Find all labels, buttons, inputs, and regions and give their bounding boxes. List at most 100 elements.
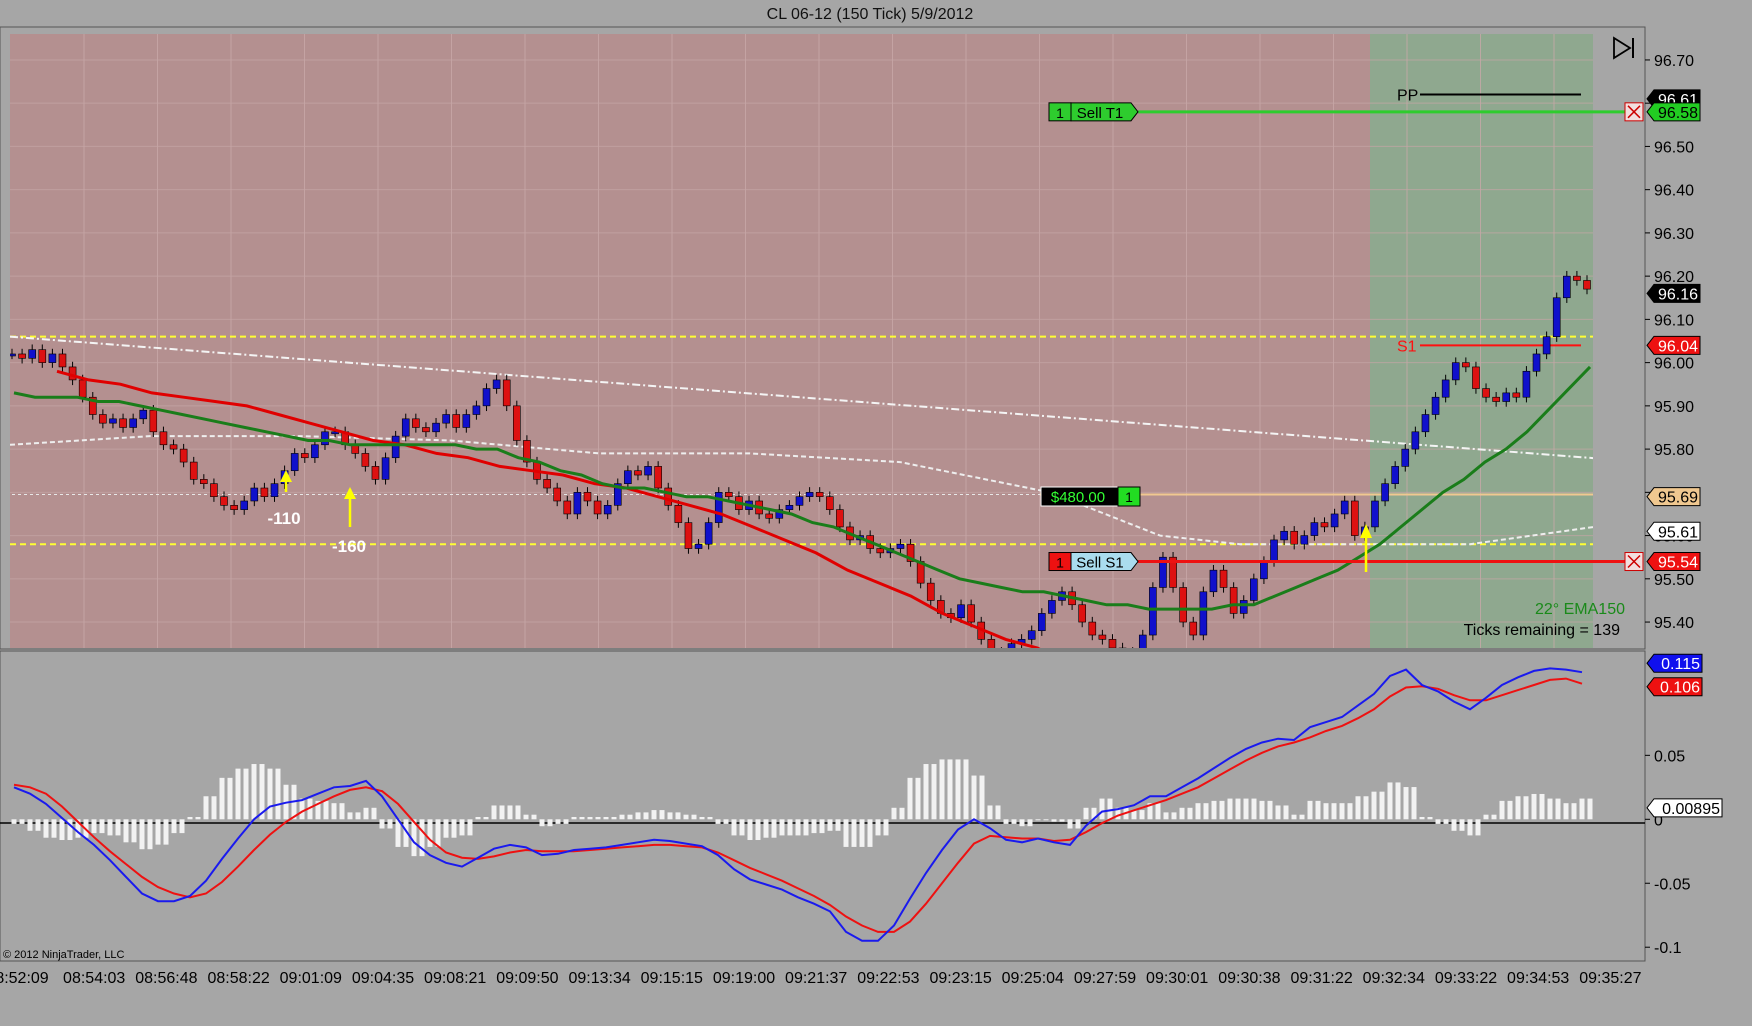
histogram-bar (643, 812, 649, 820)
histogram-bar (1139, 810, 1145, 820)
histogram-bar (1347, 803, 1353, 820)
price-badge-label: 95.61 (1658, 524, 1698, 541)
order-qty-sell-t1: 1 (1056, 105, 1064, 121)
histogram-bar (1563, 803, 1569, 820)
histogram-bar (1355, 796, 1361, 820)
histogram-bar (491, 805, 497, 820)
histogram-bar (115, 819, 121, 836)
order-tag-sell-t1[interactable]: 1 Sell T1 (1048, 102, 1139, 122)
histogram-bar (803, 819, 809, 836)
histogram-bar (475, 816, 481, 820)
histogram-bar (1515, 796, 1521, 820)
price-tick-label: 95.90 (1654, 399, 1694, 416)
histogram-bar (299, 798, 305, 820)
time-label: 08:58:22 (207, 970, 269, 987)
histogram-bar (843, 819, 849, 847)
histogram-bar (1099, 798, 1105, 820)
histogram-bar (1483, 814, 1489, 820)
time-label: 08:56:48 (135, 970, 197, 987)
price-badge-s1: 96.04 (1646, 335, 1701, 355)
histogram-bar (763, 819, 769, 838)
histogram-bar (755, 819, 761, 841)
histogram-bar (435, 819, 441, 847)
histogram-bar (131, 819, 137, 843)
histogram-bar (675, 812, 681, 820)
macd-tick-label: -0.1 (1654, 940, 1682, 957)
histogram-bar (939, 759, 945, 820)
window-title: CL 06-12 (150 Tick) 5/9/2012 (767, 6, 974, 23)
histogram-bar (1459, 819, 1465, 831)
histogram-bar (531, 814, 537, 820)
histogram-bar (179, 819, 185, 834)
candle (1179, 582, 1187, 628)
histogram-bar (1219, 800, 1225, 820)
price-tick-label: 96.10 (1654, 312, 1694, 329)
histogram-bar (1531, 793, 1537, 820)
histogram-bar (603, 816, 609, 820)
histogram-bar (571, 816, 577, 820)
histogram-bar (1163, 812, 1169, 820)
histogram-bar (91, 819, 97, 834)
price-tick-label: 96.30 (1654, 226, 1694, 243)
candle (684, 517, 693, 554)
time-label: 09:19:00 (713, 970, 775, 987)
histogram-bar (979, 775, 985, 820)
macd-badge-2: 0.00895 (1646, 798, 1723, 818)
histogram-bar (1259, 800, 1265, 820)
histogram-bar (1475, 819, 1481, 836)
histogram-bar (1235, 798, 1241, 820)
histogram-bar (11, 819, 17, 824)
price-tick-label: 96.00 (1654, 356, 1694, 373)
cancel-order-icon[interactable] (1624, 102, 1644, 122)
price-badge-sma: 95.61 (1646, 521, 1701, 541)
histogram-bar (515, 805, 521, 820)
order-tag-sell-s1[interactable]: 1 Sell S1 (1048, 552, 1139, 572)
histogram-bar (187, 816, 193, 820)
histogram-bar (483, 816, 489, 820)
histogram-bar (331, 803, 337, 820)
time-label: 09:33:22 (1435, 970, 1497, 987)
histogram-bar (947, 759, 953, 820)
histogram-bar (1419, 816, 1425, 820)
cancel-order-icon[interactable] (1624, 552, 1644, 572)
time-label: 09:13:34 (568, 970, 630, 987)
histogram-bar (347, 812, 353, 820)
histogram-bar (923, 764, 929, 820)
session-bg-red (10, 34, 1370, 648)
histogram-bar (851, 819, 857, 847)
time-label: 09:04:35 (352, 970, 414, 987)
position-qty: 1 (1125, 489, 1133, 505)
histogram-bar (203, 796, 209, 820)
histogram-bar (459, 819, 465, 836)
order-label-sell-s1: Sell S1 (1076, 555, 1124, 572)
candle (714, 487, 723, 528)
histogram-bar (875, 819, 881, 836)
price-tick-label: 96.40 (1654, 183, 1694, 200)
histogram-bar (219, 777, 225, 820)
copyright: © 2012 NinjaTrader, LLC (3, 949, 124, 961)
time-label: 09:01:09 (280, 970, 342, 987)
time-label: 09:30:01 (1146, 970, 1208, 987)
price-tick-label: 95.50 (1654, 572, 1694, 589)
histogram-bar (1019, 819, 1025, 827)
time-label: 09:22:53 (857, 970, 919, 987)
histogram-bar (267, 768, 273, 820)
macd-badge-1: 0.106 (1646, 677, 1703, 697)
histogram-bar (747, 819, 753, 841)
time-label: 09:09:50 (496, 970, 558, 987)
position-marker[interactable]: $480.00 1 (1040, 486, 1141, 507)
histogram-bar (1299, 814, 1305, 820)
ema-label: 22° EMA150 (1535, 601, 1625, 618)
level-s1-label: S1 (1397, 338, 1417, 355)
chart-canvas[interactable]: CL 06-12 (150 Tick) 5/9/2012 F PPS1 1Sel… (0, 0, 1752, 1026)
histogram-bar (795, 819, 801, 836)
histogram-bar (963, 759, 969, 820)
histogram-bar (579, 816, 585, 820)
price-badge-label: 96.58 (1658, 105, 1698, 122)
histogram-bar (731, 819, 737, 836)
histogram-bar (211, 796, 217, 820)
histogram-bar (1083, 807, 1089, 820)
histogram-bar (1499, 800, 1505, 820)
histogram-bar (1491, 814, 1497, 820)
histogram-bar (1195, 803, 1201, 820)
